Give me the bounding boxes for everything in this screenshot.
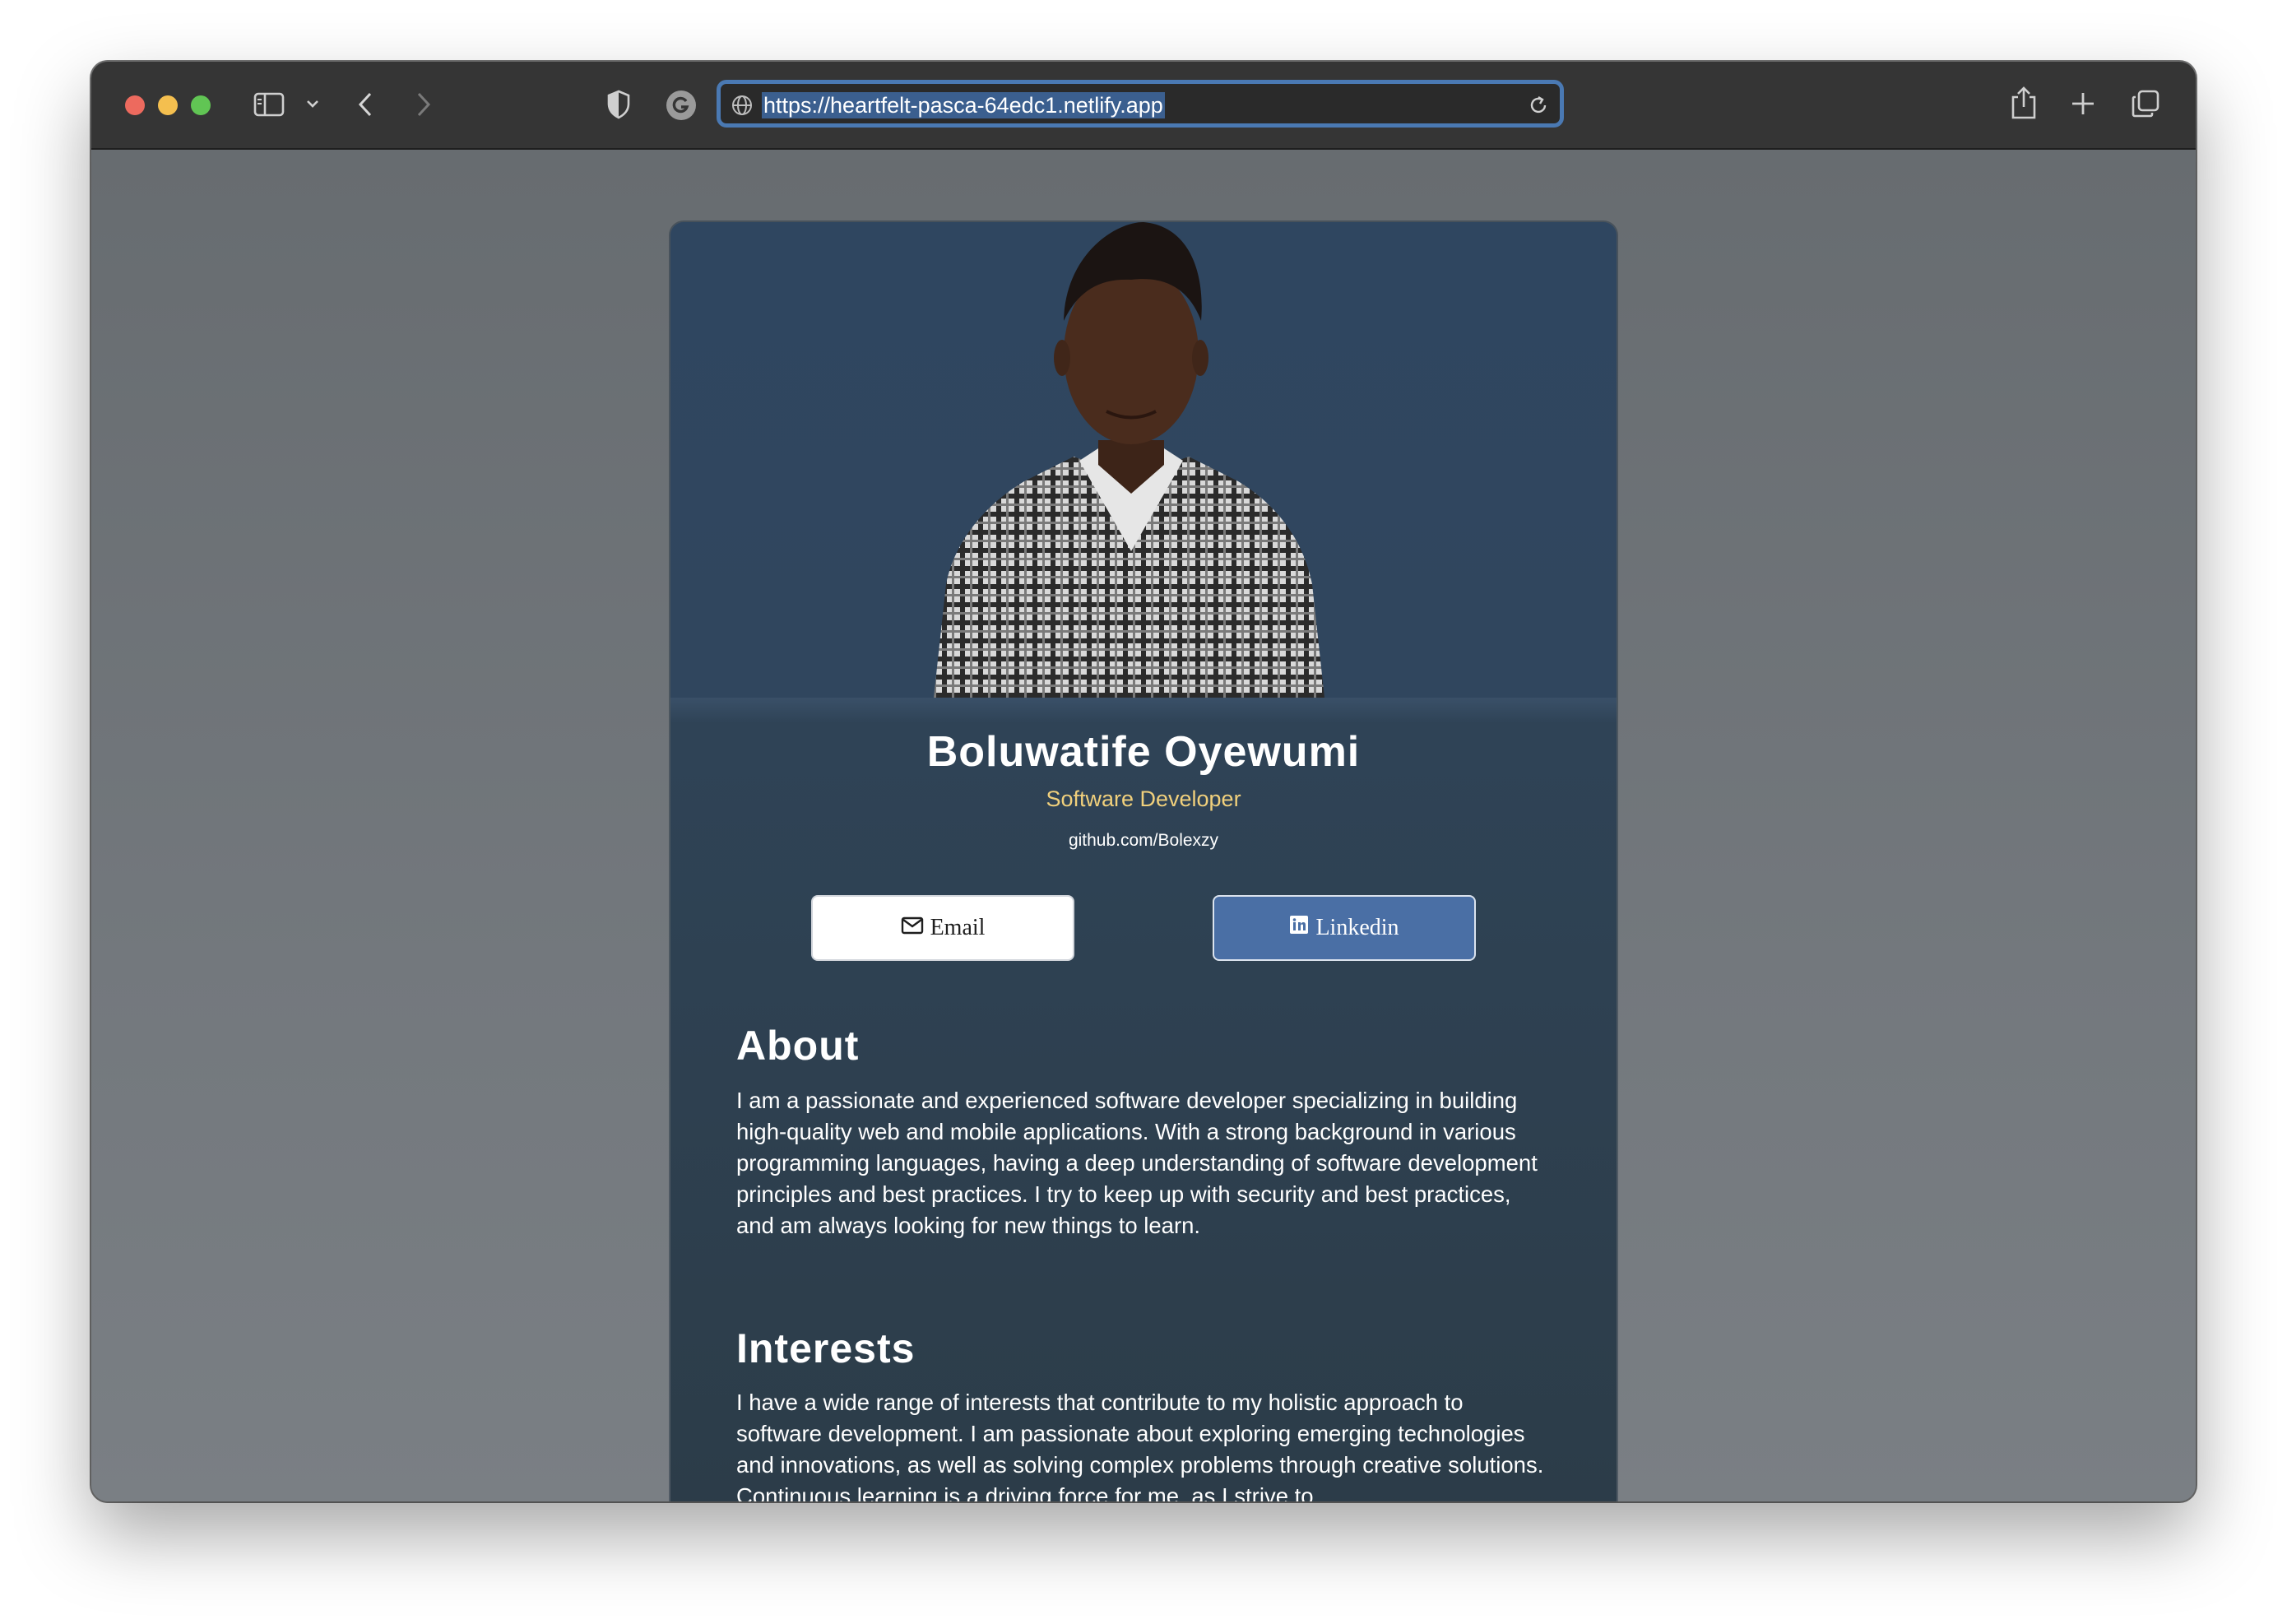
linkedin-button[interactable]: Linkedin <box>1213 895 1476 961</box>
share-icon[interactable] <box>2009 85 2039 121</box>
envelope-icon <box>901 915 924 941</box>
profile-card: Boluwatife Oyewumi Software Developer gi… <box>670 222 1617 1501</box>
plus-icon[interactable] <box>2069 90 2097 118</box>
profile-name: Boluwatife Oyewumi <box>926 728 1361 776</box>
page-viewport: Boluwatife Oyewumi Software Developer gi… <box>91 150 2196 1501</box>
linkedin-icon <box>1289 915 1309 941</box>
profile-website[interactable]: github.com/Bolexzy <box>670 831 1617 851</box>
browser-toolbar: https://heartfelt-pasca-64edc1.netlify.a… <box>91 62 2196 150</box>
url-text[interactable]: https://heartfelt-pasca-64edc1.netlify.a… <box>762 92 1165 118</box>
grammarly-icon[interactable] <box>665 89 698 122</box>
browser-window: https://heartfelt-pasca-64edc1.netlify.a… <box>91 62 2196 1501</box>
chevron-down-icon[interactable] <box>304 95 322 113</box>
interests-heading: Interests <box>736 1325 916 1371</box>
about-text: I am a passionate and experienced softwa… <box>736 1088 1538 1238</box>
linkedin-button-label: Linkedin <box>1315 915 1399 940</box>
globe-icon <box>731 94 754 117</box>
email-button[interactable]: Email <box>811 895 1074 961</box>
profile-photo <box>670 222 1617 698</box>
photo-divider <box>670 698 1617 722</box>
about-heading: About <box>736 1023 860 1069</box>
forward-icon[interactable] <box>411 88 436 121</box>
zoom-window-button[interactable] <box>191 95 211 115</box>
profile-role: Software Developer <box>1046 786 1241 811</box>
close-window-button[interactable] <box>125 95 145 115</box>
address-bar[interactable]: https://heartfelt-pasca-64edc1.netlify.a… <box>717 80 1564 128</box>
minimize-window-button[interactable] <box>158 95 178 115</box>
email-button-label: Email <box>930 915 986 940</box>
sidebar-icon[interactable] <box>253 90 285 119</box>
back-icon[interactable] <box>353 88 378 121</box>
shield-icon[interactable] <box>605 89 632 120</box>
tabs-icon[interactable] <box>2130 88 2161 119</box>
reload-icon[interactable] <box>1527 94 1550 117</box>
interests-text: I have a wide range of interests that co… <box>736 1390 1544 1501</box>
